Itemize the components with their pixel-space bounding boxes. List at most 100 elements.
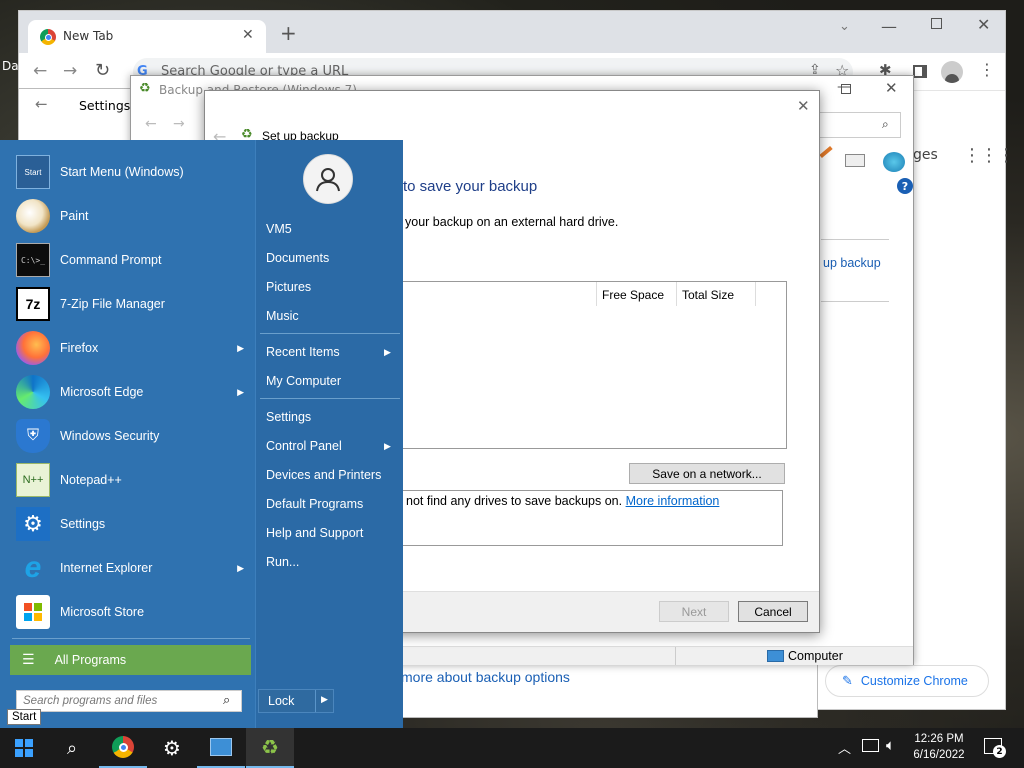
chrome-tab[interactable]: New Tab ✕ <box>28 20 266 53</box>
close-tab-icon[interactable]: ✕ <box>242 27 254 43</box>
help-icon[interactable]: ? <box>897 178 913 194</box>
start-button[interactable] <box>0 728 48 768</box>
places-item-control-panel[interactable]: Control Panel ▶ <box>266 433 396 459</box>
taskbar-settings[interactable]: ⚙ <box>148 728 196 768</box>
program-label: Microsoft Store <box>60 605 145 619</box>
places-label: Music <box>266 309 299 323</box>
notification-icon[interactable]: 2 <box>984 738 1006 758</box>
col-total-size[interactable]: Total Size <box>682 288 734 302</box>
divider <box>12 638 250 639</box>
chrome-tab-favicon <box>40 29 56 45</box>
program-item-7-zip-file-manager[interactable]: 7z 7-Zip File Manager <box>12 282 252 326</box>
new-tab-icon[interactable]: + <box>280 21 297 45</box>
program-item-command-prompt[interactable]: C:\>_ Command Prompt <box>12 238 252 282</box>
program-label: Microsoft Edge <box>60 385 144 399</box>
program-item-internet-explorer[interactable]: e Internet Explorer ▶ <box>12 546 252 590</box>
profile-icon[interactable] <box>941 61 963 83</box>
back-icon[interactable]: ← <box>33 61 47 81</box>
program-item-start-menu-windows-[interactable]: Start Start Menu (Windows) <box>12 150 252 194</box>
places-label: My Computer <box>266 374 342 388</box>
clock-date: 6/16/2022 <box>913 749 965 761</box>
cancel-button[interactable]: Cancel <box>738 601 808 622</box>
taskbar-search-button[interactable]: ⌕ <box>48 728 96 768</box>
taskbar-control-panel[interactable] <box>197 728 245 768</box>
places-item-default-programs[interactable]: Default Programs <box>266 491 396 517</box>
lock-options-arrow-icon[interactable]: ▶ <box>321 695 328 705</box>
places-item-music[interactable]: Music <box>266 303 396 329</box>
places-item-my-computer[interactable]: My Computer <box>266 368 396 394</box>
maximize-icon[interactable] <box>931 18 942 29</box>
forward-icon[interactable]: → <box>63 61 77 81</box>
taskbar-chrome[interactable] <box>99 728 147 768</box>
places-item-settings[interactable]: Settings <box>266 404 396 430</box>
places-item-documents[interactable]: Documents <box>266 245 396 271</box>
program-item-notepad-[interactable]: N++ Notepad++ <box>12 458 252 502</box>
backup-close-icon[interactable]: ✕ <box>885 79 898 97</box>
customize-chrome-button[interactable]: ✎ Customize Chrome <box>825 665 989 697</box>
places-label: Default Programs <box>266 497 364 511</box>
places-item-help-and-support[interactable]: Help and Support <box>266 520 396 546</box>
more-menu-icon[interactable]: ⋮ <box>979 60 995 79</box>
all-programs-button[interactable]: ☰ All Programs <box>10 645 251 675</box>
program-item-microsoft-edge[interactable]: Microsoft Edge ▶ <box>12 370 252 414</box>
dialog-heading: to save your backup <box>403 178 538 195</box>
backup-forward-icon[interactable]: → <box>173 116 185 132</box>
settings-title: Settings <box>79 98 131 113</box>
volume-icon[interactable]: 🔈︎ <box>886 736 895 754</box>
images-link[interactable]: ges <box>913 147 938 163</box>
program-item-settings[interactable]: ⚙ Settings <box>12 502 252 546</box>
learn-more-link[interactable]: more about backup options <box>401 669 570 685</box>
7zip-icon: 7z <box>16 287 50 321</box>
col-free-space[interactable]: Free Space <box>602 288 664 302</box>
program-item-windows-security[interactable]: ⛨ Windows Security <box>12 414 252 458</box>
close-window-icon[interactable]: ✕ <box>977 15 990 34</box>
edit-tool-icon[interactable] <box>819 145 833 159</box>
lock-button[interactable]: Lock ▶ <box>258 689 334 713</box>
places-item-devices-and-printers[interactable]: Devices and Printers <box>266 462 396 488</box>
program-item-firefox[interactable]: Firefox ▶ <box>12 326 252 370</box>
program-search-input[interactable]: Search programs and files ⌕ <box>16 690 242 712</box>
list-icon: ☰ <box>22 652 35 668</box>
user-icon <box>316 168 340 192</box>
side-panel-icon[interactable] <box>913 65 927 78</box>
places-item-pictures[interactable]: Pictures <box>266 274 396 300</box>
places-label: Control Panel <box>266 439 342 453</box>
program-item-microsoft-store[interactable]: Microsoft Store <box>12 590 252 634</box>
chrome-tab-title: New Tab <box>63 29 114 43</box>
network-icon[interactable] <box>862 739 879 752</box>
places-label: Settings <box>266 410 312 424</box>
reload-icon[interactable]: ↻ <box>95 60 110 81</box>
next-button[interactable]: Next <box>659 601 729 622</box>
customize-label: Customize Chrome <box>860 674 968 688</box>
lock-label: Lock <box>268 694 295 708</box>
user-avatar[interactable] <box>303 154 353 204</box>
chrome-tabbar: New Tab ✕ + ⌄ — ✕ <box>19 11 1005 53</box>
drive-list[interactable]: Free Space Total Size <box>395 281 787 449</box>
cmd-icon: C:\>_ <box>16 243 50 277</box>
places-item-run[interactable]: Run... <box>266 549 396 575</box>
program-label: Firefox <box>60 341 99 355</box>
clock[interactable]: 12:26 PM 6/16/2022 <box>904 731 974 763</box>
chevron-up-icon[interactable]: ︿ <box>838 738 851 757</box>
more-information-link[interactable]: More information <box>626 494 720 508</box>
program-label: Command Prompt <box>60 253 162 267</box>
backup-maximize-icon[interactable] <box>841 84 851 94</box>
globe-icon[interactable] <box>883 152 905 172</box>
taskbar-backup[interactable]: ♻ <box>246 728 294 768</box>
envelope-icon[interactable] <box>845 154 865 167</box>
chevron-down-icon[interactable]: ⌄ <box>839 19 850 34</box>
desktop-icon-label[interactable]: Da <box>2 59 19 73</box>
setup-backup-link[interactable]: up backup <box>823 256 881 270</box>
chrome-icon <box>112 736 134 758</box>
save-on-network-button[interactable]: Save on a network... <box>629 463 785 484</box>
dialog-close-icon[interactable]: ✕ <box>797 97 810 115</box>
places-item-recent-items[interactable]: Recent Items ▶ <box>266 339 396 365</box>
divider <box>675 647 676 665</box>
backup-back-icon[interactable]: ← <box>145 116 157 132</box>
program-item-paint[interactable]: Paint <box>12 194 252 238</box>
apps-grid-icon[interactable]: ⋮⋮⋮ <box>963 145 1015 166</box>
settings-back-icon[interactable]: ← <box>35 95 48 113</box>
minimize-icon[interactable]: — <box>881 17 897 36</box>
backup-search-box[interactable]: ⌕ <box>811 112 901 138</box>
places-item-vm5[interactable]: VM5 <box>266 216 396 242</box>
